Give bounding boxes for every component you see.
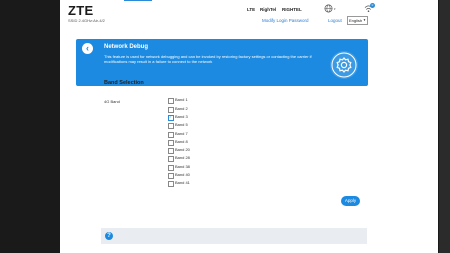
chevron-down-icon: ▾ xyxy=(334,7,336,11)
language-select[interactable]: English ▼ xyxy=(347,16,368,25)
ssid-label: SSID 2.4GHz:Air-4/2 xyxy=(68,18,105,23)
chevron-down-icon: ▼ xyxy=(363,18,366,22)
band-checkbox[interactable] xyxy=(168,107,174,113)
band-checkbox[interactable] xyxy=(168,148,174,154)
page-title: Network Debug xyxy=(104,44,149,50)
logout-link[interactable]: Logout xyxy=(328,18,342,23)
band-checkbox[interactable] xyxy=(168,181,174,187)
modify-password-link[interactable]: Modify Login Password xyxy=(262,18,309,23)
band-checkbox[interactable] xyxy=(168,165,174,171)
globe-icon[interactable] xyxy=(324,4,333,13)
band-checkbox[interactable] xyxy=(168,140,174,146)
help-bar xyxy=(101,228,367,244)
gear-icon xyxy=(330,51,358,79)
band-checkbox[interactable] xyxy=(168,173,174,179)
band-row-label: 4G Band xyxy=(104,99,120,104)
band-selection-title: Band Selection xyxy=(104,80,144,86)
band-checkbox-checked[interactable] xyxy=(168,114,174,121)
operator-label: RIGHTEL xyxy=(282,7,302,12)
network-type: LTE xyxy=(247,7,256,12)
band-checkbox[interactable] xyxy=(168,98,174,104)
zte-logo: ZTE xyxy=(68,3,94,18)
band-checkbox[interactable] xyxy=(168,132,174,138)
apply-button[interactable]: Apply xyxy=(341,196,360,206)
page-background xyxy=(60,0,438,253)
scrollbar-track[interactable] xyxy=(439,0,450,253)
help-icon[interactable]: ? xyxy=(105,232,113,240)
top-accent-line xyxy=(124,0,152,1)
band-checkbox[interactable] xyxy=(168,123,174,129)
back-arrow-icon[interactable]: ‹ xyxy=(82,43,93,54)
signal-label: RighTel xyxy=(260,7,277,12)
notification-badge: 0 xyxy=(370,3,375,8)
page-description: This feature is used for network debuggi… xyxy=(104,54,312,64)
language-selected-value: English xyxy=(349,18,363,23)
band-checkbox[interactable] xyxy=(168,156,174,162)
